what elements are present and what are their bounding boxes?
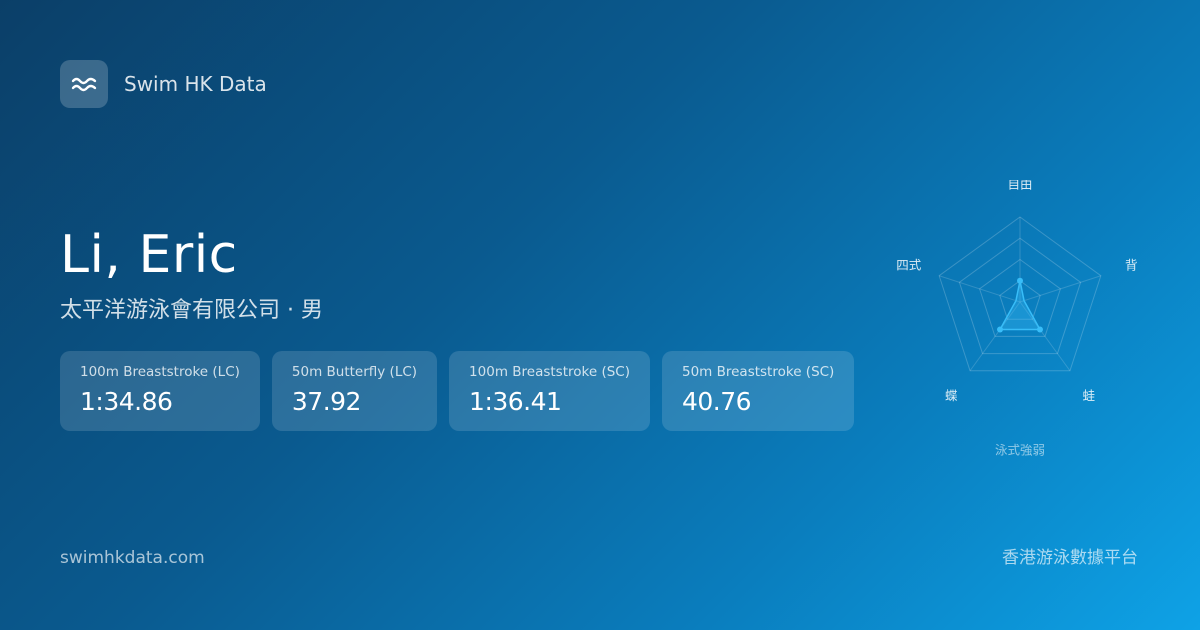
site-tagline: 香港游泳數據平台 [1002, 548, 1138, 568]
swimmer-name: Li, Eric [60, 225, 238, 285]
stat-event-label: 100m Breaststroke (LC) [80, 364, 240, 380]
stat-time-value: 1:34.86 [80, 387, 173, 416]
site-url: swimhkdata.com [60, 548, 205, 568]
radar-axis-line [939, 275, 1021, 303]
radar-axis-label: 四式 [896, 257, 922, 272]
radar-axis-label: 背 [1125, 257, 1138, 272]
radar-axis-label: 蛙 [1083, 388, 1096, 403]
brand-name: Swim HK Data [124, 72, 267, 96]
swimmer-subtitle: 太平洋游泳會有限公司 · 男 [60, 298, 323, 323]
stat-event-label: 50m Breaststroke (SC) [681, 364, 835, 380]
stat-card: 50m Butterfly (LC) 37.92 [271, 351, 438, 431]
stat-time-value: 1:36.41 [469, 387, 562, 416]
radar-axis-line [1019, 275, 1101, 303]
radar-data-point [997, 326, 1004, 333]
stat-time-value: 40.76 [681, 387, 752, 416]
stat-event-label: 100m Breaststroke (SC) [469, 364, 630, 380]
share-card: Swim HK Data Li, Eric 太平洋游泳會有限公司 · 男 100… [0, 0, 1200, 630]
brand: Swim HK Data [60, 60, 267, 108]
radar-data-area [998, 280, 1042, 331]
stat-time-value: 37.92 [291, 387, 362, 416]
stat-card: 50m Breaststroke (SC) 40.76 [661, 351, 855, 431]
radar-data-point [1036, 326, 1043, 333]
best-times-list: 100m Breaststroke (LC) 1:34.86 50m Butte… [60, 351, 855, 431]
radar-axis-label: 自由 [1007, 180, 1032, 192]
stroke-radar-chart: 自由背蛙 蝶 四式泳式強弱 [896, 180, 1138, 458]
stat-event-label: 50m Butterfly (LC) [291, 364, 418, 380]
waves-icon [60, 60, 108, 108]
radar-axis-label: 蝶 [945, 388, 958, 403]
stat-card: 100m Breaststroke (SC) 1:36.41 [449, 351, 650, 431]
radar-title: 泳式強弱 [995, 443, 1045, 458]
stat-card: 100m Breaststroke (LC) 1:34.86 [60, 351, 260, 431]
radar-data-point [1017, 277, 1023, 284]
